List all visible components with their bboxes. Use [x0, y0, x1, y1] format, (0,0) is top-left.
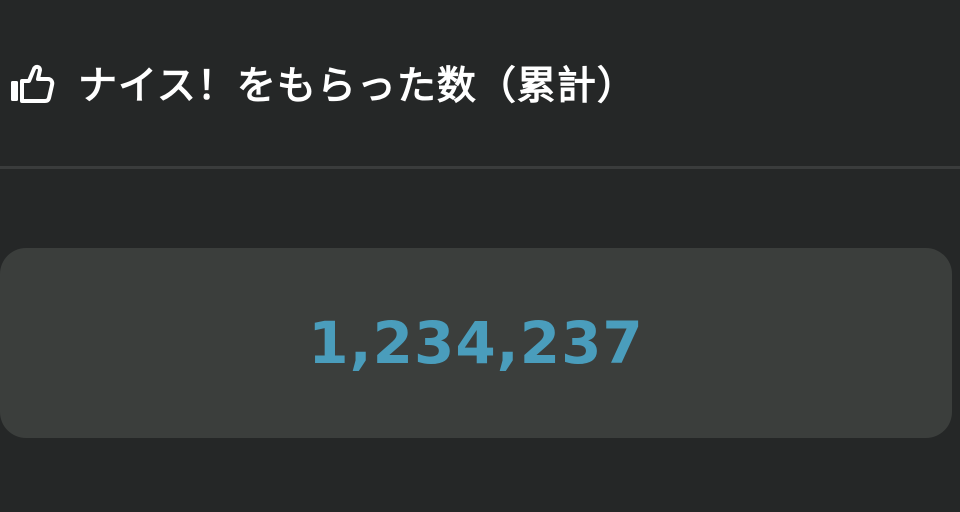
- thumbs-up-icon: [6, 58, 56, 108]
- count-card: 1,234,237: [0, 248, 952, 438]
- header-divider: [0, 166, 960, 169]
- section-header: ナイス！をもらった数（累計）: [0, 0, 960, 166]
- nice-count-panel: ナイス！をもらった数（累計） 1,234,237: [0, 0, 960, 512]
- total-nice-count: 1,234,237: [308, 309, 644, 377]
- section-title: ナイス！をもらった数（累計）: [78, 64, 637, 109]
